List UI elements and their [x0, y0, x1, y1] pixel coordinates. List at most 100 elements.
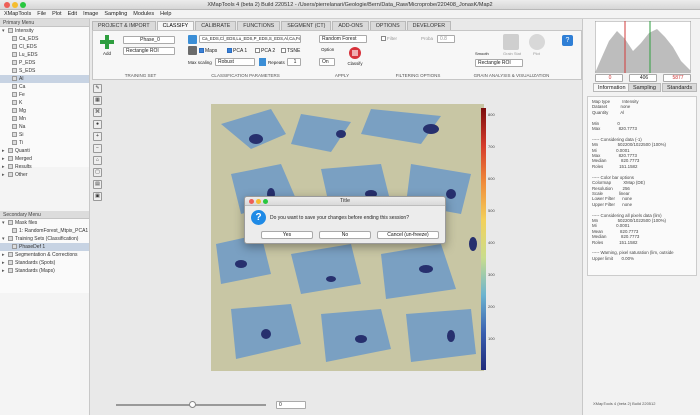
primary_menu-item[interactable]: Ca: [0, 83, 89, 91]
plot-button[interactable]: [529, 34, 545, 50]
layers-icon[interactable]: ▤: [93, 180, 102, 189]
secondary_menu-item[interactable]: ▾ Training Sets (Classification): [0, 235, 89, 243]
primary_menu-item[interactable]: P_EDS: [0, 59, 89, 67]
maps-option[interactable]: Maps: [199, 48, 217, 54]
home-icon[interactable]: ⌂: [93, 156, 102, 165]
tab-classify[interactable]: CLASSIFY: [156, 21, 195, 30]
primary_menu-item[interactable]: ▸ Merged: [0, 155, 89, 163]
tab-developer[interactable]: DEVELOPER: [406, 21, 452, 30]
tab-project-import[interactable]: PROJECT & IMPORT: [92, 21, 156, 30]
secondary_menu-item[interactable]: 1: RandomForest_Mtpix_PCA1: [0, 227, 89, 235]
tsne-option[interactable]: TSNE: [281, 48, 300, 54]
dialog-message: Do you want to save your changes before …: [270, 215, 409, 221]
menu-xmaptools[interactable]: XMapTools: [4, 10, 31, 18]
maps-list-field[interactable]: Ca_EDS,Cl_EDS,Lu_EDS,P_EDS,S_EDS,Al,Ca,F…: [199, 35, 301, 43]
option-select[interactable]: On: [319, 58, 335, 66]
tab-standards[interactable]: Standards: [662, 83, 698, 92]
cross-icon[interactable]: ⌘: [93, 108, 102, 117]
crop-icon[interactable]: ▢: [93, 168, 102, 177]
map-select-icon[interactable]: [188, 35, 197, 44]
primary_menu-item[interactable]: Cl_EDS: [0, 43, 89, 51]
grain-roi-select[interactable]: Rectangle ROI: [475, 59, 523, 67]
primary_menu-item[interactable]: Mg: [0, 107, 89, 115]
filter-checkbox[interactable]: [381, 36, 386, 41]
zoom-in-icon[interactable]: +: [93, 132, 102, 141]
menu-image[interactable]: Image: [83, 10, 98, 18]
tab-calibrate[interactable]: CALIBRATE: [195, 21, 237, 30]
pca1-checkbox[interactable]: [227, 48, 232, 53]
menu-file[interactable]: File: [37, 10, 46, 18]
menu-modules[interactable]: Modules: [133, 10, 154, 18]
primary_menu-item[interactable]: Mn: [0, 115, 89, 123]
menu-plot[interactable]: Plot: [52, 10, 61, 18]
menu-edit[interactable]: Edit: [68, 10, 77, 18]
pca2-checkbox[interactable]: [255, 48, 260, 53]
tab-options[interactable]: OPTIONS: [369, 21, 406, 30]
close-window-button[interactable]: [4, 2, 10, 8]
settings-icon[interactable]: [188, 46, 197, 55]
primary_menu-item[interactable]: K: [0, 99, 89, 107]
hist-min-field[interactable]: 0: [595, 74, 623, 82]
filter-option[interactable]: Filter: [381, 36, 397, 41]
repeats-label: Repeats: [268, 60, 285, 65]
tab-information[interactable]: Information: [593, 83, 631, 92]
add-button[interactable]: Add: [98, 35, 116, 59]
tsne-checkbox[interactable]: [281, 48, 286, 53]
repeats-field[interactable]: 1: [287, 58, 301, 66]
secondary_menu-item[interactable]: ▸ Segmentation & Corrections: [0, 251, 89, 259]
primary_menu-item[interactable]: Lu_EDS: [0, 51, 89, 59]
tab-sampling[interactable]: Sampling: [628, 83, 661, 92]
grid-icon[interactable]: ▦: [93, 96, 102, 105]
algorithm-select[interactable]: Random Forest: [319, 35, 367, 43]
primary_menu-item[interactable]: Si: [0, 131, 89, 139]
dialog-zoom-button[interactable]: [263, 199, 268, 204]
yes-button[interactable]: Yes: [261, 231, 313, 239]
primary_menu-item[interactable]: Ti: [0, 139, 89, 147]
probability-field[interactable]: 0.8: [437, 35, 455, 43]
algorithm-value: Random Forest: [322, 36, 357, 42]
pencil-icon[interactable]: ✎: [93, 84, 102, 93]
primary_menu-item[interactable]: Na: [0, 123, 89, 131]
hist-mid-field[interactable]: 406: [629, 74, 657, 82]
secondary_menu-item[interactable]: PhaseDef 1: [0, 243, 89, 251]
colorbar: [481, 108, 486, 370]
tab-add-ons[interactable]: ADD-ONS: [332, 21, 369, 30]
zoom-out-icon[interactable]: −: [93, 144, 102, 153]
repeats-toggle[interactable]: [259, 58, 266, 66]
primary_menu-item[interactable]: ▸ Results: [0, 163, 89, 171]
zoom-window-button[interactable]: [20, 2, 26, 8]
hist-max-field[interactable]: 5877: [663, 74, 691, 82]
roi-type-select[interactable]: Rectangle ROI: [123, 47, 175, 55]
slider-thumb[interactable]: [189, 401, 196, 408]
primary_menu-item[interactable]: ▸ Other: [0, 171, 89, 179]
maps-checkbox[interactable]: [199, 48, 204, 53]
menu-help[interactable]: Help: [160, 10, 171, 18]
secondary_menu-item[interactable]: ▸ Standards (Spots): [0, 259, 89, 267]
pca1-option[interactable]: PCA 1: [227, 48, 247, 54]
secondary_menu-item[interactable]: ▸ Standards (Maps): [0, 267, 89, 275]
primary_menu-item[interactable]: Al: [0, 75, 89, 83]
pin-icon[interactable]: ●: [93, 120, 102, 129]
max-scaling-select[interactable]: Robust: [215, 58, 255, 66]
phase-name-field[interactable]: Phase_0: [123, 36, 175, 44]
dialog-minimize-button[interactable]: [256, 199, 261, 204]
classify-button[interactable]: Classify: [347, 47, 363, 69]
slider-value-field[interactable]: 0: [276, 401, 306, 409]
dialog-close-button[interactable]: [249, 199, 254, 204]
primary_menu-item[interactable]: ▾ Intensity: [0, 27, 89, 35]
minimize-window-button[interactable]: [12, 2, 18, 8]
pca2-option[interactable]: PCA 2: [255, 48, 275, 54]
primary_menu-item[interactable]: Ca_EDS: [0, 35, 89, 43]
help-icon[interactable]: ?: [562, 35, 573, 46]
secondary_menu-item[interactable]: ▾ Mask files: [0, 219, 89, 227]
primary_menu-item[interactable]: ▸ Quanti: [0, 147, 89, 155]
tab-functions[interactable]: FUNCTIONS: [237, 21, 281, 30]
grain-stat-button[interactable]: [503, 34, 519, 50]
cancel-button[interactable]: Cancel (un-freeze): [377, 231, 439, 239]
primary_menu-item[interactable]: Fe: [0, 91, 89, 99]
menu-sampling[interactable]: Sampling: [104, 10, 127, 18]
save-image-icon[interactable]: ▣: [93, 192, 102, 201]
tab-segment[interactable]: SEGMENT (CT): [281, 21, 332, 30]
no-button[interactable]: No: [319, 231, 371, 239]
primary_menu-item[interactable]: S_EDS: [0, 67, 89, 75]
